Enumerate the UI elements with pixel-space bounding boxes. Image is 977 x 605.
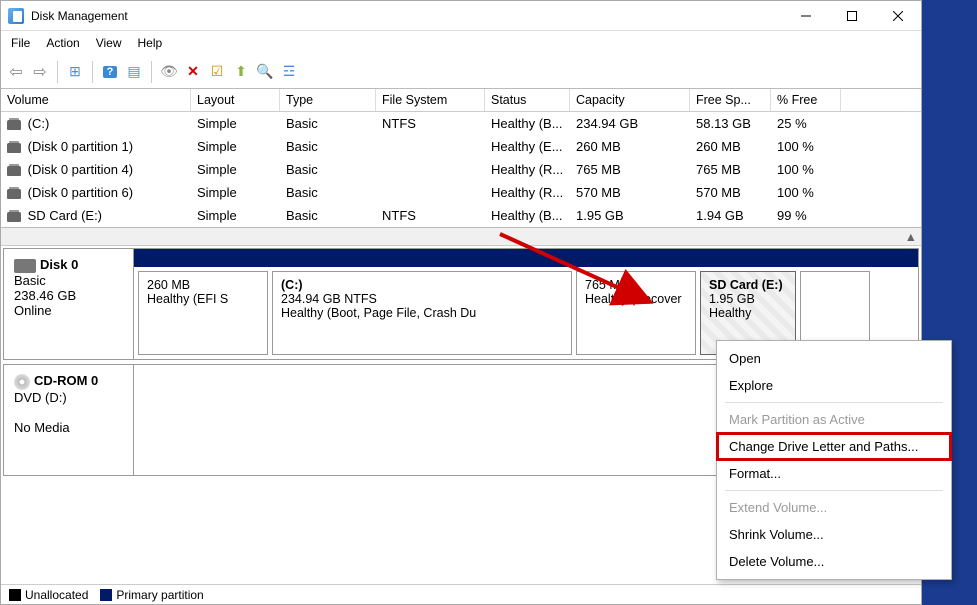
- context-item[interactable]: Shrink Volume...: [717, 521, 951, 548]
- context-item: Mark Partition as Active: [717, 406, 951, 433]
- check-button[interactable]: ☑: [206, 61, 228, 83]
- up-button[interactable]: ⬆: [230, 61, 252, 83]
- volume-row[interactable]: (Disk 0 partition 6)SimpleBasicHealthy (…: [1, 181, 921, 204]
- maximize-button[interactable]: [829, 1, 875, 31]
- x-icon: ✕: [187, 63, 199, 80]
- volume-icon: [7, 189, 21, 199]
- column-headers[interactable]: Volume Layout Type File System Status Ca…: [1, 89, 921, 112]
- close-button[interactable]: [875, 1, 921, 31]
- show-hide-button[interactable]: ⊞: [64, 61, 86, 83]
- disk-icon: [14, 259, 36, 273]
- menu-help[interactable]: Help: [138, 36, 163, 50]
- volume-list: Volume Layout Type File System Status Ca…: [1, 89, 921, 228]
- volume-row[interactable]: SD Card (E:)SimpleBasicNTFSHealthy (B...…: [1, 204, 921, 227]
- col-status[interactable]: Status: [485, 89, 570, 111]
- context-item: Extend Volume...: [717, 494, 951, 521]
- window-title: Disk Management: [31, 9, 783, 23]
- up-icon: ⬆: [235, 63, 247, 80]
- col-filesystem[interactable]: File System: [376, 89, 485, 111]
- back-button[interactable]: ⇦: [5, 61, 27, 83]
- volume-icon: [7, 166, 21, 176]
- partition-cell[interactable]: (C:)234.94 GB NTFSHealthy (Boot, Page Fi…: [272, 271, 572, 355]
- menu-view[interactable]: View: [96, 36, 122, 50]
- menu-action[interactable]: Action: [46, 36, 79, 50]
- context-item[interactable]: Open: [717, 345, 951, 372]
- titlebar[interactable]: Disk Management: [1, 1, 921, 31]
- col-capacity[interactable]: Capacity: [570, 89, 690, 111]
- context-item[interactable]: Change Drive Letter and Paths...: [717, 433, 951, 460]
- partition-cell[interactable]: 260 MBHealthy (EFI S: [138, 271, 268, 355]
- volume-icon: [7, 143, 21, 153]
- context-item[interactable]: Format...: [717, 460, 951, 487]
- col-pct[interactable]: % Free: [771, 89, 841, 111]
- swatch-primary: [100, 589, 112, 601]
- legend: Unallocated Primary partition: [1, 584, 921, 604]
- check-icon: ☑: [211, 63, 224, 80]
- minimize-button[interactable]: [783, 1, 829, 31]
- cdrom-icon: [14, 374, 30, 390]
- volume-icon: [7, 120, 21, 130]
- scroll-up-hint[interactable]: ▲: [1, 228, 921, 246]
- col-free[interactable]: Free Sp...: [690, 89, 771, 111]
- partition-cell[interactable]: 765 MBHealthy (Recover: [576, 271, 696, 355]
- search-icon: 🔍: [256, 63, 273, 80]
- menubar: File Action View Help: [1, 31, 921, 55]
- pane-icon: ⊞: [69, 63, 81, 80]
- scan-icon: 👁: [160, 63, 178, 80]
- context-item[interactable]: Explore: [717, 372, 951, 399]
- props-icon: ☲: [283, 63, 296, 80]
- volume-row[interactable]: (Disk 0 partition 1)SimpleBasicHealthy (…: [1, 135, 921, 158]
- cdrom-label[interactable]: CD-ROM 0 DVD (D:) No Media: [4, 365, 134, 475]
- arrow-right-icon: ⇨: [33, 62, 46, 82]
- menu-file[interactable]: File: [11, 36, 30, 50]
- delete-button[interactable]: ✕: [182, 61, 204, 83]
- toolbar: ⇦ ⇨ ⊞ ? ▤ 👁 ✕ ☑ ⬆ 🔍 ☲: [1, 55, 921, 89]
- col-volume[interactable]: Volume: [1, 89, 191, 111]
- volume-row[interactable]: (Disk 0 partition 4)SimpleBasicHealthy (…: [1, 158, 921, 181]
- find-button[interactable]: 🔍: [254, 61, 276, 83]
- volume-row[interactable]: (C:)SimpleBasicNTFSHealthy (B...234.94 G…: [1, 112, 921, 135]
- col-type[interactable]: Type: [280, 89, 376, 111]
- list-icon: ▤: [127, 63, 140, 80]
- context-item[interactable]: Delete Volume...: [717, 548, 951, 575]
- props-button[interactable]: ☲: [278, 61, 300, 83]
- list-button[interactable]: ▤: [123, 61, 145, 83]
- volume-icon: [7, 212, 21, 222]
- context-menu: OpenExplore Mark Partition as ActiveChang…: [716, 340, 952, 580]
- help-button[interactable]: ?: [99, 61, 121, 83]
- disk0-label[interactable]: Disk 0 Basic 238.46 GB Online: [4, 249, 134, 359]
- swatch-unallocated: [9, 589, 21, 601]
- scan-button[interactable]: 👁: [158, 61, 180, 83]
- forward-button[interactable]: ⇨: [29, 61, 51, 83]
- col-layout[interactable]: Layout: [191, 89, 280, 111]
- help-icon: ?: [103, 66, 118, 78]
- app-icon: [8, 8, 24, 24]
- arrow-left-icon: ⇦: [9, 62, 22, 82]
